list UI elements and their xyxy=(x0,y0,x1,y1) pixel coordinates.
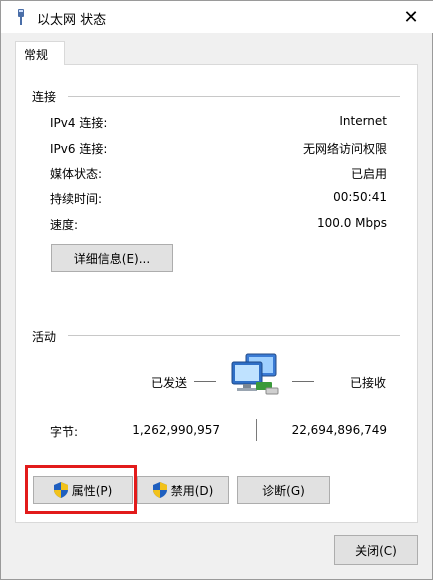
general-panel: 连接 IPv4 连接: Internet IPv6 连接: 无网络访问权限 媒体… xyxy=(15,64,418,523)
duration-value: 00:50:41 xyxy=(333,190,387,204)
close-window-button[interactable]: ✕ xyxy=(388,1,434,33)
bytes-label: 字节: xyxy=(50,425,79,439)
sent-label: 已发送 xyxy=(151,376,188,390)
bytes-sent-value: 1,262,990,957 xyxy=(132,423,220,437)
window-title: 以太网 状态 xyxy=(37,13,107,28)
ipv4-connection-label: IPv4 连接: xyxy=(50,116,108,130)
network-status-window: 以太网 状态 ✕ 常规 连接 IPv4 连接: Internet IPv6 连接… xyxy=(0,0,434,580)
details-button[interactable]: 详细信息(E)... xyxy=(51,244,173,272)
network-computers-icon xyxy=(231,353,279,395)
activity-group-line xyxy=(68,335,400,336)
details-button-label: 详细信息(E)... xyxy=(73,251,151,266)
activity-group-label: 活动 xyxy=(32,330,57,344)
media-state-value: 已启用 xyxy=(350,167,387,181)
properties-button[interactable]: 属性(P) xyxy=(33,476,133,504)
close-button-label: 关闭(C) xyxy=(355,543,397,558)
bytes-divider xyxy=(256,419,257,441)
tab-general[interactable]: 常规 xyxy=(15,41,65,65)
speed-value: 100.0 Mbps xyxy=(316,216,387,230)
shield-icon xyxy=(152,482,167,498)
disable-button[interactable]: 禁用(D) xyxy=(137,476,229,504)
sent-dash xyxy=(194,381,216,382)
speed-label: 速度: xyxy=(50,218,79,232)
received-label: 已接收 xyxy=(350,376,387,390)
shield-icon xyxy=(53,482,68,498)
close-button[interactable]: 关闭(C) xyxy=(334,535,418,565)
network-adapter-icon xyxy=(18,9,24,25)
media-state-label: 媒体状态: xyxy=(50,167,103,181)
diagnose-button[interactable]: 诊断(G) xyxy=(237,476,330,504)
ipv6-connection-label: IPv6 连接: xyxy=(50,142,108,156)
received-dash xyxy=(292,381,314,382)
diagnose-button-label: 诊断(G) xyxy=(262,483,305,498)
title-bar: 以太网 状态 ✕ xyxy=(1,1,434,33)
disable-button-label: 禁用(D) xyxy=(170,483,214,498)
duration-label: 持续时间: xyxy=(50,192,103,206)
bytes-received-value: 22,694,896,749 xyxy=(291,423,387,437)
close-icon: ✕ xyxy=(403,6,419,28)
connection-group-line xyxy=(68,96,400,97)
ipv6-connection-value: 无网络访问权限 xyxy=(302,142,387,156)
connection-group-label: 连接 xyxy=(32,90,57,104)
ipv4-connection-value: Internet xyxy=(339,114,387,128)
properties-button-label: 属性(P) xyxy=(71,483,113,498)
